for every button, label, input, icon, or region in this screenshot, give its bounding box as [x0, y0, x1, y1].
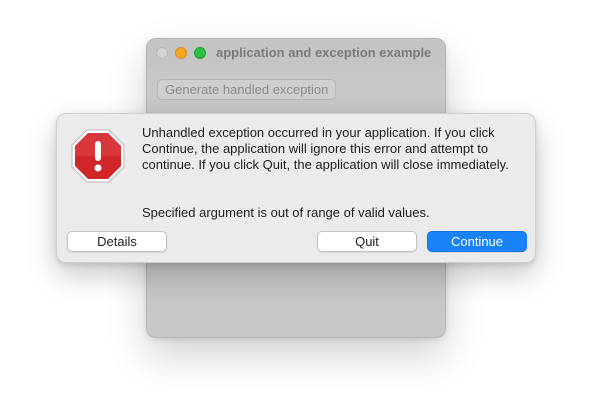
details-button[interactable]: Details	[67, 231, 167, 252]
desktop: application and exception example Genera…	[0, 0, 592, 412]
alert-detail: Specified argument is out of range of va…	[142, 205, 430, 220]
continue-button[interactable]: Continue	[427, 231, 527, 252]
zoom-window-button[interactable]	[194, 47, 206, 59]
minimize-window-button[interactable]	[175, 47, 187, 59]
close-window-button[interactable]	[156, 47, 168, 59]
titlebar: application and exception example	[147, 39, 445, 67]
window-title: application and exception example	[216, 45, 432, 60]
stop-exclamation-icon	[71, 129, 125, 183]
alert-message: Unhandled exception occurred in your app…	[142, 125, 509, 172]
alert-dialog: Unhandled exception occurred in your app…	[56, 113, 536, 263]
quit-button[interactable]: Quit	[317, 231, 417, 252]
generate-handled-exception-button[interactable]: Generate handled exception	[157, 79, 337, 100]
